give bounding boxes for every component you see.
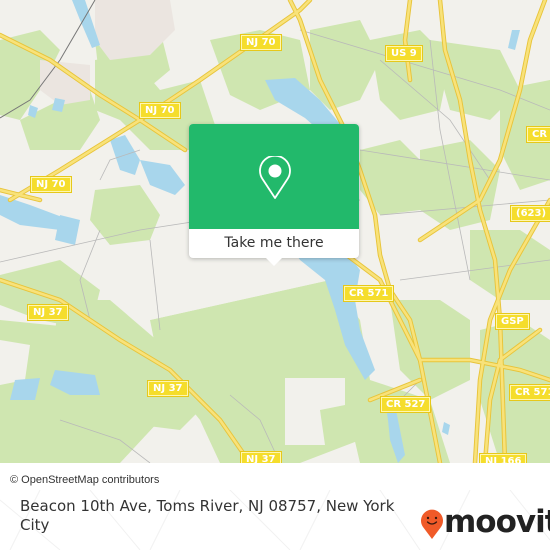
route-shield-cr6: CR 6 xyxy=(527,127,550,142)
route-shield-nj166: NJ 166 xyxy=(480,454,527,463)
take-me-there-button[interactable]: Take me there xyxy=(189,229,359,258)
address-text: Beacon 10th Ave, Toms River, NJ 08757, N… xyxy=(20,497,395,534)
take-me-there-popup[interactable]: Take me there xyxy=(189,124,359,266)
popup-header xyxy=(189,124,359,229)
map-view[interactable]: NJ 70 NJ 70 NJ 70 US 9 CR 6 (623) NJ 37 … xyxy=(0,0,550,463)
route-shield-nj70: NJ 70 xyxy=(31,177,71,192)
route-shield-623: (623) xyxy=(511,206,550,221)
route-shield-cr527: CR 527 xyxy=(381,397,431,412)
route-shield-nj70: NJ 70 xyxy=(140,103,180,118)
route-shield-cr571: CR 571 xyxy=(344,286,394,301)
route-shield-cr571: CR 571 xyxy=(510,385,550,400)
map-attribution[interactable]: © OpenStreetMap contributors xyxy=(0,470,168,490)
map-pin-icon xyxy=(259,156,291,199)
moovit-pin-icon xyxy=(421,509,443,539)
route-shield-nj70: NJ 70 xyxy=(241,35,281,50)
route-shield-nj37: NJ 37 xyxy=(28,305,68,320)
route-shield-us9: US 9 xyxy=(386,46,422,61)
popup-pointer xyxy=(266,258,282,266)
route-shield-gsp: GSP xyxy=(496,314,529,329)
route-shield-nj37: NJ 37 xyxy=(241,452,281,463)
route-shield-nj37: NJ 37 xyxy=(148,381,188,396)
moovit-logo[interactable]: moovit xyxy=(420,504,550,542)
moovit-wordmark: moovit xyxy=(444,504,550,540)
